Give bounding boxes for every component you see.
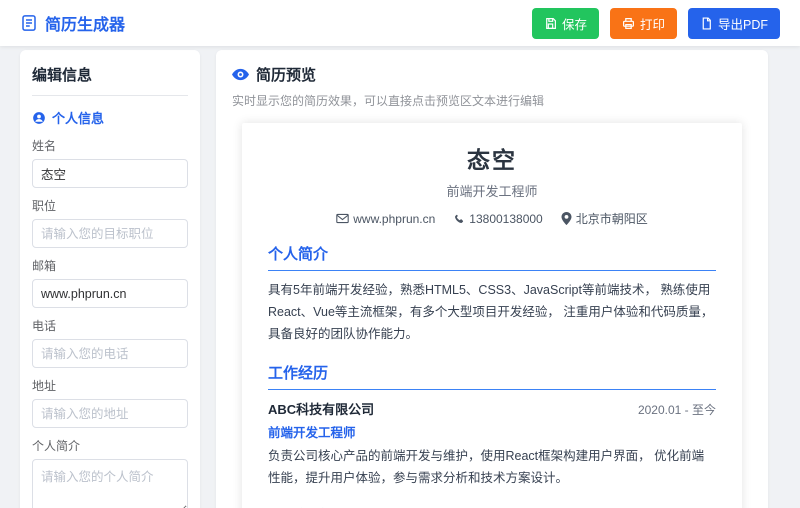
summary-textarea[interactable] (32, 459, 188, 508)
resume-contact-location[interactable]: 北京市朝阳区 (561, 210, 648, 227)
location-icon (561, 212, 572, 225)
document-icon (20, 14, 38, 32)
save-icon (544, 17, 557, 30)
personal-info-section-header: 个人信息 (32, 108, 188, 127)
app-title: 简历生成器 (45, 11, 125, 35)
resume-contact-email[interactable]: www.phprun.cn (336, 210, 435, 227)
edit-panel-title: 编辑信息 (32, 64, 188, 96)
resume-job-title[interactable]: 前端开发工程师 (268, 181, 716, 200)
work-description[interactable]: 负责公司核心产品的前端开发与维护，使用React框架构建用户界面， 优化前端性能… (268, 446, 716, 490)
address-input[interactable] (32, 399, 188, 428)
resume-work-section: 工作经历 ABC科技有限公司 2020.01 - 至今 前端开发工程师 负责公司… (268, 362, 716, 490)
pdf-file-icon (700, 17, 713, 30)
export-pdf-button[interactable]: 导出PDF (688, 8, 780, 39)
email-label: 邮箱 (32, 257, 188, 274)
summary-text[interactable]: 具有5年前端开发经验，熟悉HTML5、CSS3、JavaScript等前端技术，… (268, 280, 716, 346)
name-label: 姓名 (32, 137, 188, 154)
work-company[interactable]: ABC科技有限公司 (268, 399, 374, 418)
edit-panel: 编辑信息 个人信息 姓名 职位 邮箱 电话 (20, 50, 200, 508)
phone-icon (453, 213, 465, 225)
position-input[interactable] (32, 219, 188, 248)
resume-summary-section: 个人简介 具有5年前端开发经验，熟悉HTML5、CSS3、JavaScript等… (268, 243, 716, 346)
phone-label: 电话 (32, 317, 188, 334)
preview-title: 简历预览 (256, 64, 316, 85)
resume-name[interactable]: 态空 (268, 141, 716, 175)
phone-input[interactable] (32, 339, 188, 368)
email-input[interactable] (32, 279, 188, 308)
work-section-title: 工作经历 (268, 362, 716, 390)
address-label: 地址 (32, 377, 188, 394)
preview-subtitle: 实时显示您的简历效果，可以直接点击预览区文本进行编辑 (232, 92, 752, 109)
app-header: 简历生成器 保存 打印 导出PDF (0, 0, 800, 46)
email-icon (336, 213, 349, 224)
save-button[interactable]: 保存 (532, 8, 599, 39)
resume-contact-phone[interactable]: 13800138000 (453, 210, 542, 227)
position-label: 职位 (32, 197, 188, 214)
app-logo: 简历生成器 (20, 11, 125, 35)
resume-paper: 态空 前端开发工程师 www.phprun.cn (242, 123, 742, 508)
preview-panel: 简历预览 实时显示您的简历效果，可以直接点击预览区文本进行编辑 态空 前端开发工… (216, 50, 768, 508)
summary-label: 个人简介 (32, 437, 188, 454)
user-icon (32, 111, 46, 125)
work-role[interactable]: 前端开发工程师 (268, 422, 716, 441)
name-input[interactable] (32, 159, 188, 188)
print-icon (622, 17, 635, 30)
work-period[interactable]: 2020.01 - 至今 (638, 401, 716, 418)
eye-icon (232, 68, 249, 81)
print-button[interactable]: 打印 (610, 8, 677, 39)
summary-section-title: 个人简介 (268, 243, 716, 271)
